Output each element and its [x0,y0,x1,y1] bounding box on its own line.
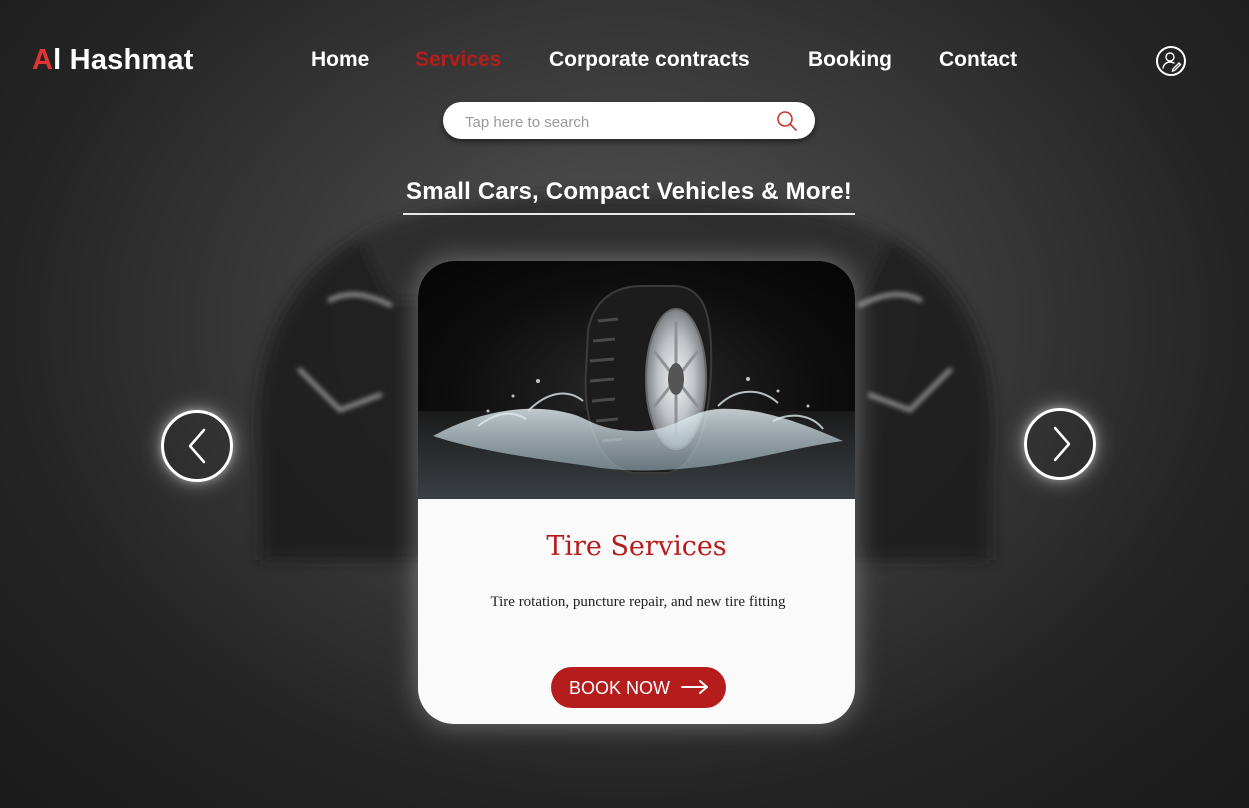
search-bar [443,102,815,139]
service-card: Tire Services Tire rotation, puncture re… [418,261,855,724]
carousel-prev-button[interactable] [161,410,233,482]
card-description: Tire rotation, puncture repair, and new … [490,594,786,610]
chevron-left-icon [188,428,206,464]
user-account-button[interactable] [1156,46,1186,76]
page-headline: Small Cars, Compact Vehicles & More! [405,178,853,205]
nav-contact[interactable]: Contact [939,48,1017,72]
carousel-next-button[interactable] [1024,408,1096,480]
book-now-button[interactable]: BOOK NOW [551,667,726,708]
tire-splash-image [418,261,855,499]
chevron-right-icon [1053,426,1071,462]
arrow-right-icon [681,680,708,694]
nav-booking[interactable]: Booking [808,48,892,72]
nav-services[interactable]: Services [415,48,501,72]
nav-home[interactable]: Home [311,48,369,72]
nav-corporate-contracts[interactable]: Corporate contracts [549,48,750,72]
book-now-label: BOOK NOW [569,678,671,698]
main-nav: Home Services Corporate contracts Bookin… [0,48,1249,78]
search-input[interactable] [463,110,767,134]
search-icon[interactable] [776,110,798,132]
card-title: Tire Services [546,531,727,562]
headline-underline [403,213,855,215]
user-icon [1162,52,1182,72]
